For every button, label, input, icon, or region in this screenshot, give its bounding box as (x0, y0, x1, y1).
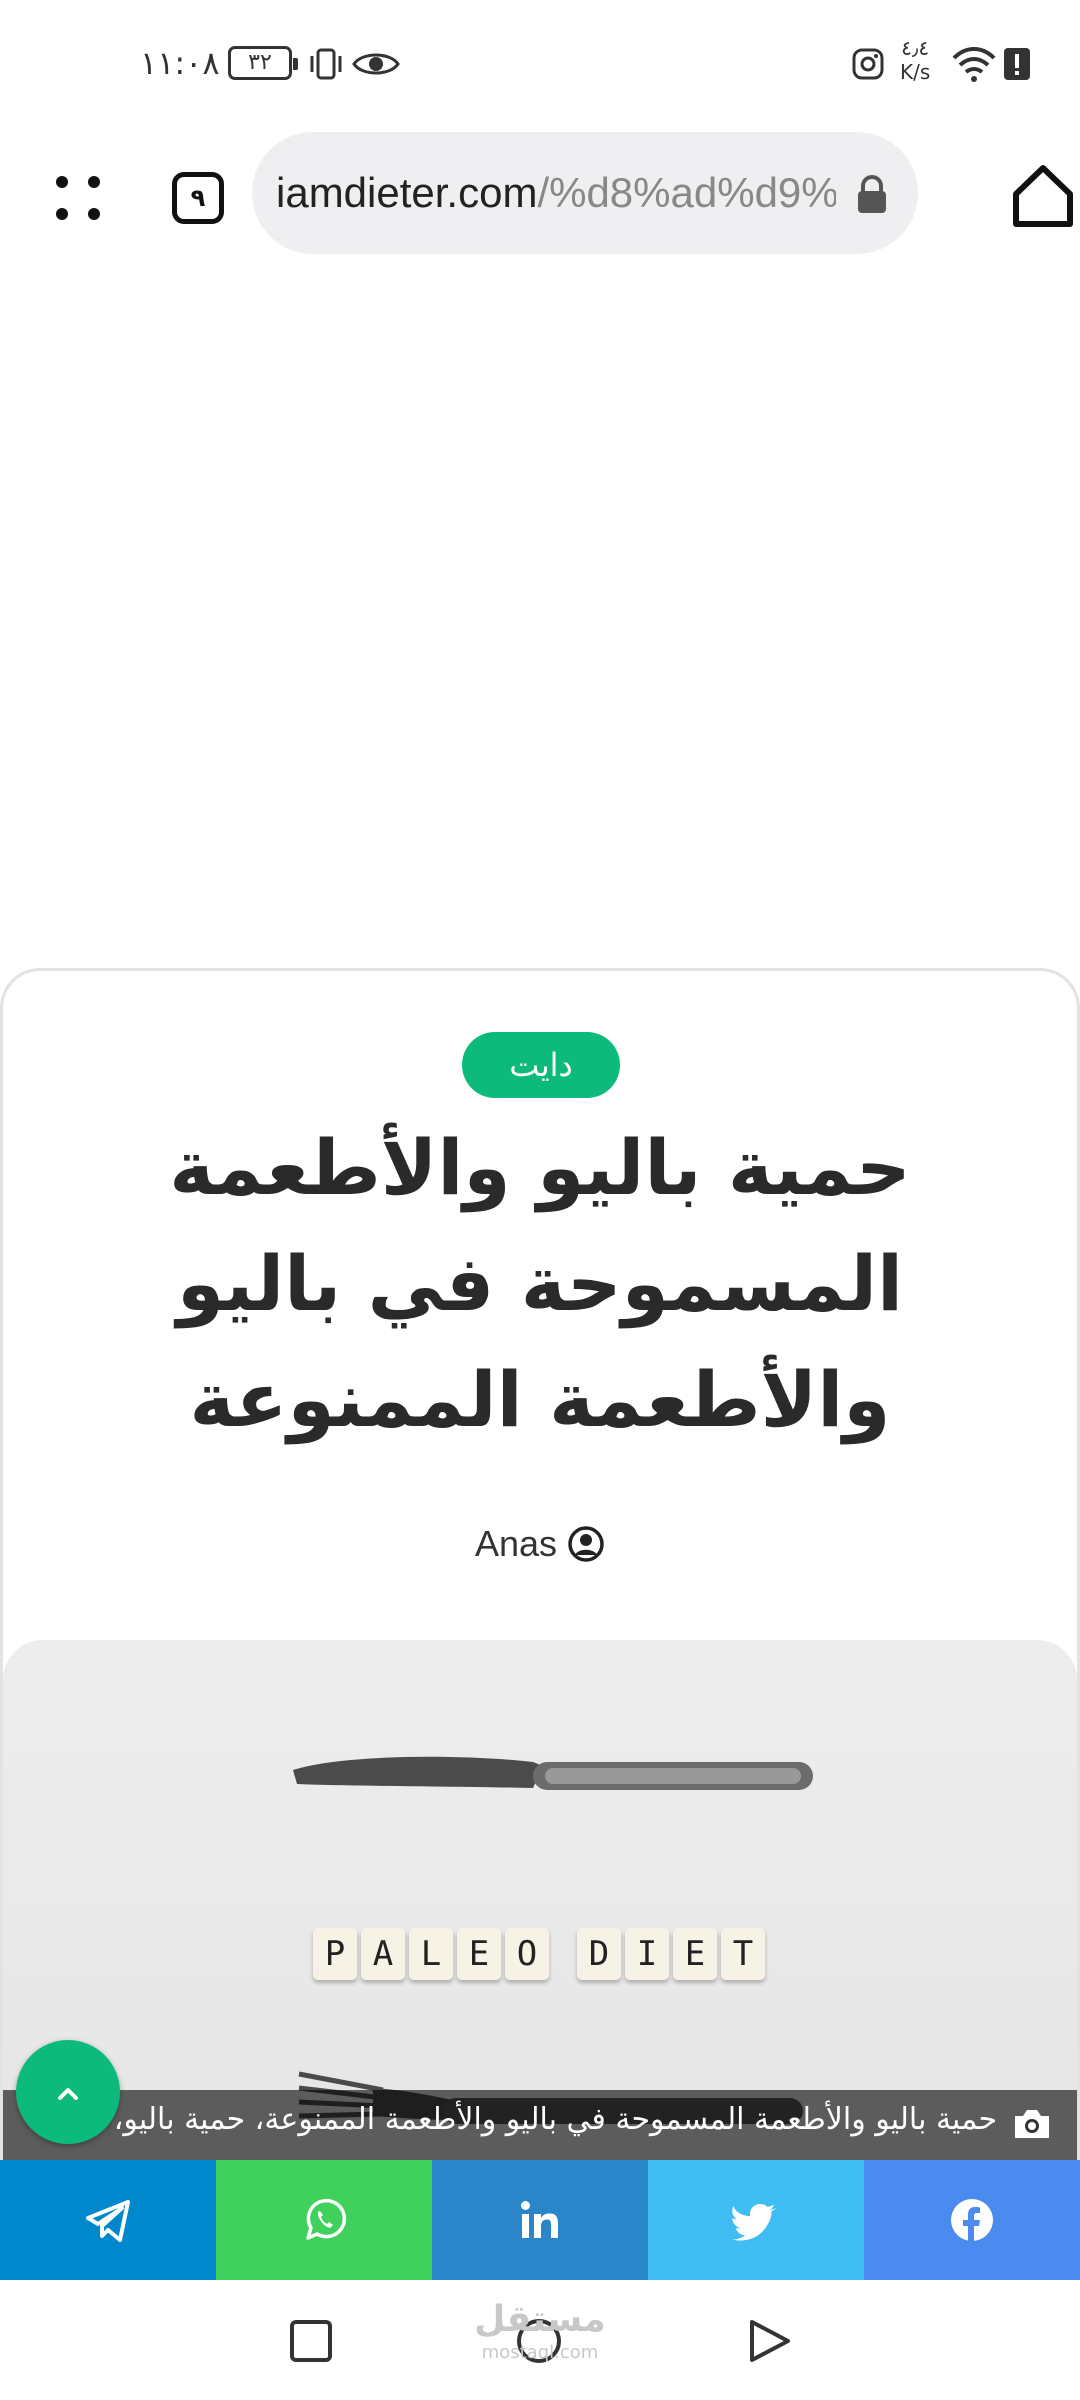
wifi-icon (952, 47, 996, 82)
letter-tile: D (577, 1928, 621, 1980)
user-circle-icon (568, 1526, 604, 1562)
status-time: ١١:٠٨ (140, 44, 220, 82)
net-speed-value: ٤٫٤ (901, 36, 930, 60)
camera-icon (1015, 2110, 1049, 2138)
letter-tiles: P A L E O D I E T (313, 1928, 765, 1988)
letter-tile: E (457, 1928, 501, 1980)
url-domain: iamdieter.com (276, 169, 538, 216)
system-nav-bar: مستقل mostaql.com (0, 2280, 1080, 2400)
letter-tile: T (721, 1928, 765, 1980)
net-speed: ٤٫٤ K/s (900, 36, 930, 84)
letter-tile: A (361, 1928, 405, 1980)
eye-icon (352, 53, 400, 75)
share-facebook-button[interactable] (864, 2160, 1080, 2280)
lock-icon[interactable] (854, 174, 890, 214)
letter-tile: L (409, 1928, 453, 1980)
image-caption-bar: حمية باليو والأطعمة المسموحة في باليو وا… (3, 2090, 1077, 2160)
letter-tile: E (673, 1928, 717, 1980)
battery-icon: ٣٢ (228, 46, 298, 80)
category-badge[interactable]: دايت (462, 1032, 620, 1098)
share-bar (0, 2160, 1080, 2280)
whatsapp-icon (306, 2198, 347, 2240)
back-icon[interactable] (744, 2316, 794, 2366)
tile-gap (553, 1928, 573, 1988)
featured-image[interactable]: P A L E O D I E T (3, 1640, 1077, 2160)
facebook-icon (951, 2199, 993, 2242)
knife-graphic (293, 1756, 813, 1790)
instagram-icon (852, 48, 884, 80)
net-speed-unit: K/s (900, 60, 931, 84)
letter-tile: O (505, 1928, 549, 1980)
image-caption: حمية باليو والأطعمة المسموحة في باليو وا… (113, 2102, 997, 2137)
share-whatsapp-button[interactable] (216, 2160, 432, 2280)
twitter-icon (732, 2204, 776, 2241)
watermark-sub: mostaql.com (481, 2342, 599, 2363)
author-byline[interactable]: Anas (0, 1516, 1080, 1572)
scroll-to-top-button[interactable] (16, 2040, 120, 2144)
share-twitter-button[interactable] (648, 2160, 864, 2280)
telegram-icon (86, 2200, 130, 2242)
battery-level: ٣٢ (248, 50, 272, 75)
menu-dots-icon[interactable] (40, 160, 116, 236)
vibrate-icon (310, 48, 342, 80)
url-path: /%d8%ad%d9%85%d9%8a%d8%a9 (537, 169, 836, 216)
url-text[interactable]: iamdieter.com/%d8%ad%d9%85%d9%8a%d8%a9 (276, 168, 836, 218)
chevron-up-icon (58, 2088, 78, 2100)
author-name[interactable]: Anas (475, 1523, 557, 1565)
browser-toolbar: ٩ iamdieter.com/%d8%ad%d9%85%d9%8a%d8%a9 (0, 120, 1080, 270)
watermark-text: مستقل (474, 2299, 606, 2340)
tab-count-button[interactable]: ٩ (172, 172, 224, 224)
address-bar[interactable]: iamdieter.com/%d8%ad%d9%85%d9%8a%d8%a9 (252, 132, 918, 254)
share-linkedin-button[interactable] (432, 2160, 648, 2280)
recent-apps-icon[interactable] (286, 2316, 336, 2366)
home-icon[interactable] (1010, 160, 1076, 232)
article-title: حمية باليو والأطعمة المسموحة في باليو وا… (169, 1123, 911, 1444)
status-bar: ١١:٠٨ ٣٢ ٤٫٤ K/s (0, 0, 1080, 120)
letter-tile: I (625, 1928, 669, 1980)
alert-icon (1004, 48, 1030, 80)
share-telegram-button[interactable] (0, 2160, 216, 2280)
linkedin-icon (521, 2201, 558, 2238)
letter-tile: P (313, 1928, 357, 1980)
